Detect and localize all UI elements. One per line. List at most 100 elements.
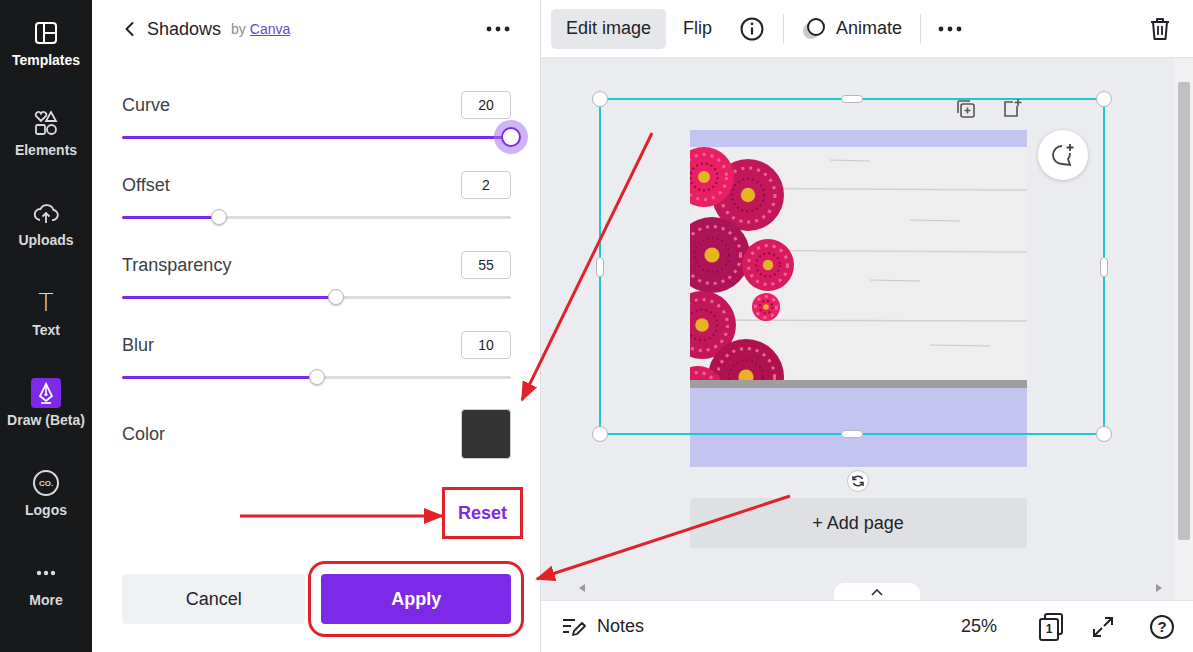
scrollbar-thumb[interactable] <box>1178 82 1190 540</box>
sidebar-label: More <box>29 592 62 609</box>
vertical-scrollbar[interactable] <box>1175 58 1193 600</box>
slider-thumb[interactable] <box>501 127 521 147</box>
slider-control: Blur10 <box>122 329 511 387</box>
value-field[interactable]: 2 <box>461 171 511 199</box>
toolbar-button[interactable]: Flip <box>668 9 727 49</box>
resize-handle[interactable] <box>841 95 863 103</box>
sidebar-item[interactable]: More <box>0 540 92 630</box>
controls: Curve20 Offset 2 Transparency 55 Blur10 Color R… <box>92 58 540 624</box>
reset-button[interactable]: Reset <box>454 499 511 527</box>
design-page[interactable] <box>690 130 1027 467</box>
add-page-button[interactable]: + Add page <box>690 498 1027 548</box>
slider[interactable] <box>122 287 511 307</box>
sidebar-label: Draw (Beta) <box>7 412 85 429</box>
slider-track <box>122 296 511 299</box>
toolbar: Edit imageFlip Animate <box>541 0 1193 58</box>
control-label: Offset <box>122 175 170 196</box>
sidebar-label: Uploads <box>18 232 73 249</box>
value-field[interactable]: 55 <box>461 251 511 279</box>
rotate-handle[interactable] <box>847 470 869 492</box>
info-icon[interactable] <box>739 16 765 42</box>
resize-handle[interactable] <box>592 91 608 107</box>
templates-icon <box>32 19 60 47</box>
comment-icon <box>1049 141 1077 169</box>
slider-thumb[interactable] <box>328 289 344 305</box>
fullscreen-icon[interactable] <box>1092 616 1114 638</box>
author-link[interactable]: Canva <box>250 21 290 37</box>
resize-handle[interactable] <box>592 426 608 442</box>
footer-bar: Notes 25% 1? <box>541 600 1193 652</box>
slider[interactable] <box>122 127 511 147</box>
sidebar-item[interactable]: TText <box>0 270 92 360</box>
workspace: Edit imageFlip Animate + Add page Notes 25% 1… <box>541 0 1193 652</box>
back-chevron-icon[interactable] <box>121 20 139 38</box>
resize-handle[interactable] <box>1096 426 1112 442</box>
slider-fill <box>122 136 511 139</box>
cancel-button[interactable]: Cancel <box>122 574 305 624</box>
notes-icon <box>561 615 587 639</box>
sidebar-item[interactable]: Uploads <box>0 180 92 270</box>
stage: + Add page <box>541 58 1175 600</box>
arrow-icon <box>240 515 442 518</box>
help-button[interactable]: ? <box>1150 615 1174 639</box>
slider-control: Curve20 <box>122 89 511 147</box>
toolbar-button[interactable]: Edit image <box>551 9 666 49</box>
sidebar: Templates Elements Uploads TText Draw (Beta)… <box>0 0 92 652</box>
elements-icon <box>32 109 60 137</box>
canvas-area: + Add page <box>541 58 1193 600</box>
sidebar-label: Text <box>32 322 60 339</box>
value-field[interactable]: 20 <box>461 91 511 119</box>
selection-box[interactable] <box>599 98 1105 435</box>
collapse-tab[interactable] <box>834 583 920 600</box>
sidebar-label: Templates <box>12 52 80 69</box>
slider-control: Offset 2 <box>122 169 511 227</box>
slider-fill <box>122 296 336 299</box>
more-options-icon[interactable] <box>937 25 963 33</box>
toolbar-separator <box>920 14 921 44</box>
scroll-right-icon[interactable] <box>1155 583 1163 593</box>
photo-image[interactable] <box>690 130 1027 467</box>
slider-thumb[interactable] <box>211 209 227 225</box>
slider-thumb[interactable] <box>309 369 325 385</box>
sidebar-item[interactable]: Templates <box>0 0 92 90</box>
resize-handle[interactable] <box>1100 257 1108 277</box>
panel-by: by <box>231 21 246 37</box>
resize-handle[interactable] <box>596 257 604 277</box>
comment-button[interactable] <box>1038 130 1088 180</box>
resize-handle[interactable] <box>1096 91 1112 107</box>
slider[interactable] <box>122 207 511 227</box>
animate-button[interactable]: Animate <box>800 15 902 43</box>
control-label: Color <box>122 424 165 445</box>
panel-header: ShadowsbyCanva <box>92 0 540 58</box>
scroll-left-icon[interactable] <box>578 583 586 593</box>
sidebar-label: Logos <box>25 502 67 519</box>
slider-fill <box>122 376 317 379</box>
value-field[interactable]: 10 <box>461 331 511 359</box>
control-label: Transparency <box>122 255 231 276</box>
apply-button[interactable]: Apply <box>321 574 511 624</box>
duplicate-page-icon[interactable] <box>955 98 977 120</box>
arrow-icon <box>522 133 652 400</box>
notes-button[interactable]: Notes <box>561 615 644 639</box>
upload-cloud-icon <box>32 199 60 227</box>
more-options-icon[interactable] <box>485 25 511 33</box>
shadows-panel: ShadowsbyCanva Curve20 Offset 2 Transparency… <box>92 0 541 652</box>
color-swatch[interactable] <box>461 409 511 459</box>
logos-icon: CO. <box>33 470 59 496</box>
sidebar-item[interactable]: Elements <box>0 90 92 180</box>
rotate-icon <box>851 474 865 488</box>
page-count-button[interactable]: 1 <box>1039 613 1065 641</box>
add-page-icon[interactable] <box>1001 97 1023 119</box>
arrow-icon <box>537 496 790 579</box>
sidebar-item[interactable]: Draw (Beta) <box>0 360 92 450</box>
animate-icon <box>800 15 828 43</box>
color-control: Color <box>122 409 511 459</box>
slider-track <box>122 216 511 219</box>
sidebar-item[interactable]: CO. Logos <box>0 450 92 540</box>
slider[interactable] <box>122 367 511 387</box>
zoom-level[interactable]: 25% <box>961 616 997 637</box>
more-dots-icon <box>32 559 60 587</box>
trash-icon[interactable] <box>1148 16 1172 42</box>
sidebar-label: Elements <box>15 142 77 159</box>
resize-handle[interactable] <box>841 430 863 438</box>
